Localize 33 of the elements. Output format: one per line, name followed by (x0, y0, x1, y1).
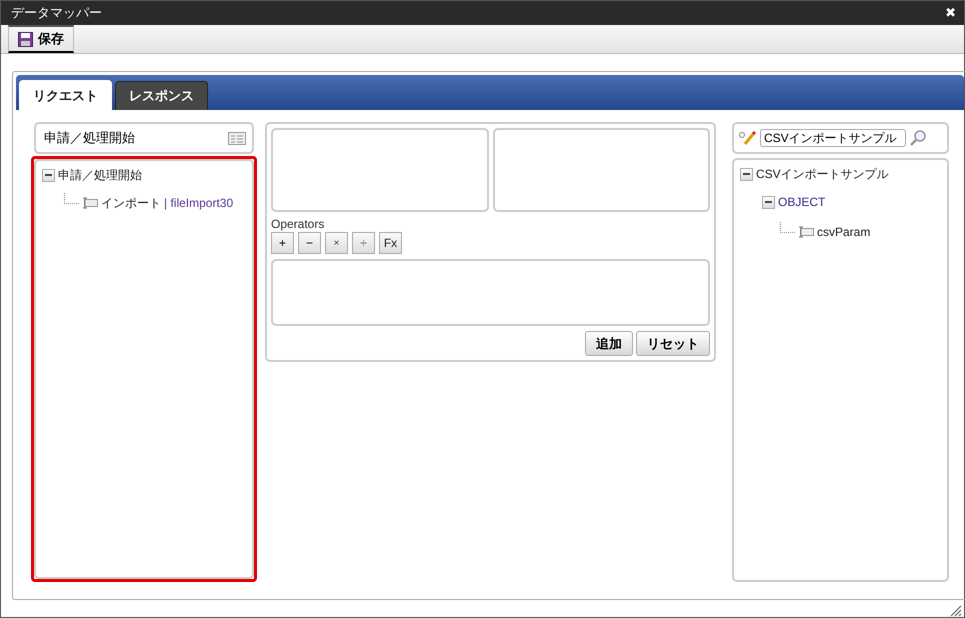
text-field-icon (82, 197, 98, 209)
collapse-icon[interactable] (762, 196, 775, 208)
resize-grip-icon[interactable] (950, 605, 962, 617)
action-button[interactable]: 追加 (585, 331, 633, 356)
operator-button[interactable]: × (325, 232, 348, 254)
operator-button[interactable]: ÷ (352, 232, 375, 254)
tab[interactable]: リクエスト (19, 80, 112, 110)
input-field[interactable] (271, 128, 488, 212)
search-icon[interactable] (908, 129, 928, 147)
close-button[interactable]: ✖ (945, 5, 956, 21)
item-id: | fileImport30 (164, 196, 234, 210)
text-field-icon (798, 226, 814, 238)
save-button[interactable]: 保存 (8, 25, 74, 53)
tree-item[interactable]: OBJECT (778, 195, 826, 209)
input-field[interactable] (492, 128, 710, 212)
operators-label: Operators (271, 217, 326, 231)
tree-item[interactable]: CSVインポートサンプル (756, 166, 889, 182)
tree-item[interactable]: インポート (101, 194, 161, 212)
wand-icon[interactable] (738, 130, 758, 146)
expression-field[interactable] (271, 259, 710, 326)
search-field[interactable]: CSVインポートサンプル (760, 129, 906, 147)
panel-title: 申請／処理開始 (44, 129, 135, 147)
window-title: データマッパー (11, 4, 102, 22)
collapse-icon[interactable] (42, 168, 55, 182)
operator-button[interactable]: Fx (379, 232, 402, 254)
operator-button[interactable]: + (271, 232, 294, 254)
collapse-icon[interactable] (740, 168, 753, 180)
action-button[interactable]: リセット (636, 331, 710, 356)
tab[interactable]: レスポンス (115, 81, 208, 110)
tree-item[interactable]: 申請／処理開始 (58, 166, 142, 184)
card-icon[interactable] (228, 132, 246, 144)
tree-item[interactable]: csvParam (817, 225, 870, 239)
operator-button[interactable]: − (298, 232, 321, 254)
